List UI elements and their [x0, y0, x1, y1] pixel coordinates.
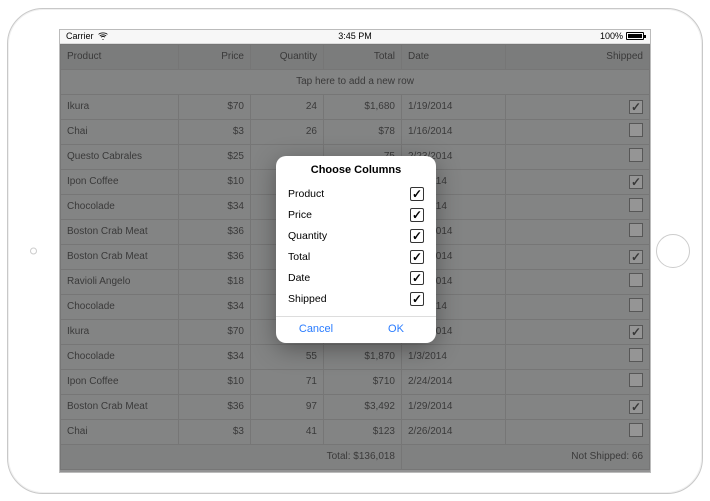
clock-label: 3:45 PM [60, 31, 650, 41]
column-option-label: Price [288, 209, 312, 221]
column-option-checkbox[interactable] [410, 250, 424, 264]
column-option-label: Quantity [288, 230, 327, 242]
cancel-button[interactable]: Cancel [276, 323, 356, 335]
status-bar: Carrier 3:45 PM 100% [60, 30, 650, 44]
screen: Carrier 3:45 PM 100% [59, 29, 651, 473]
carrier-label: Carrier [66, 31, 94, 41]
battery-pct-label: 100% [600, 31, 623, 41]
grid-area: Product Price Quantity Total Date Shippe… [60, 44, 650, 472]
column-option-checkbox[interactable] [410, 229, 424, 243]
column-option-checkbox[interactable] [410, 271, 424, 285]
column-option-checkbox[interactable] [410, 208, 424, 222]
battery-icon [626, 32, 644, 40]
wifi-icon [98, 32, 108, 40]
ok-button[interactable]: OK [356, 323, 436, 335]
column-option[interactable]: Shipped [288, 289, 424, 310]
column-option[interactable]: Total [288, 247, 424, 268]
column-option[interactable]: Quantity [288, 226, 424, 247]
choose-columns-popup: Choose Columns Product Price Quantity Total… [276, 156, 436, 343]
column-option-label: Date [288, 272, 310, 284]
column-option[interactable]: Product [288, 184, 424, 205]
ipad-frame: Carrier 3:45 PM 100% [7, 8, 703, 494]
column-option-checkbox[interactable] [410, 292, 424, 306]
column-option-label: Shipped [288, 293, 327, 305]
column-option-checkbox[interactable] [410, 187, 424, 201]
column-option-label: Product [288, 188, 324, 200]
column-option[interactable]: Price [288, 205, 424, 226]
home-button[interactable] [656, 234, 690, 268]
column-option[interactable]: Date [288, 268, 424, 289]
camera-icon [30, 247, 37, 254]
column-option-label: Total [288, 251, 310, 263]
popup-title: Choose Columns [276, 156, 436, 182]
